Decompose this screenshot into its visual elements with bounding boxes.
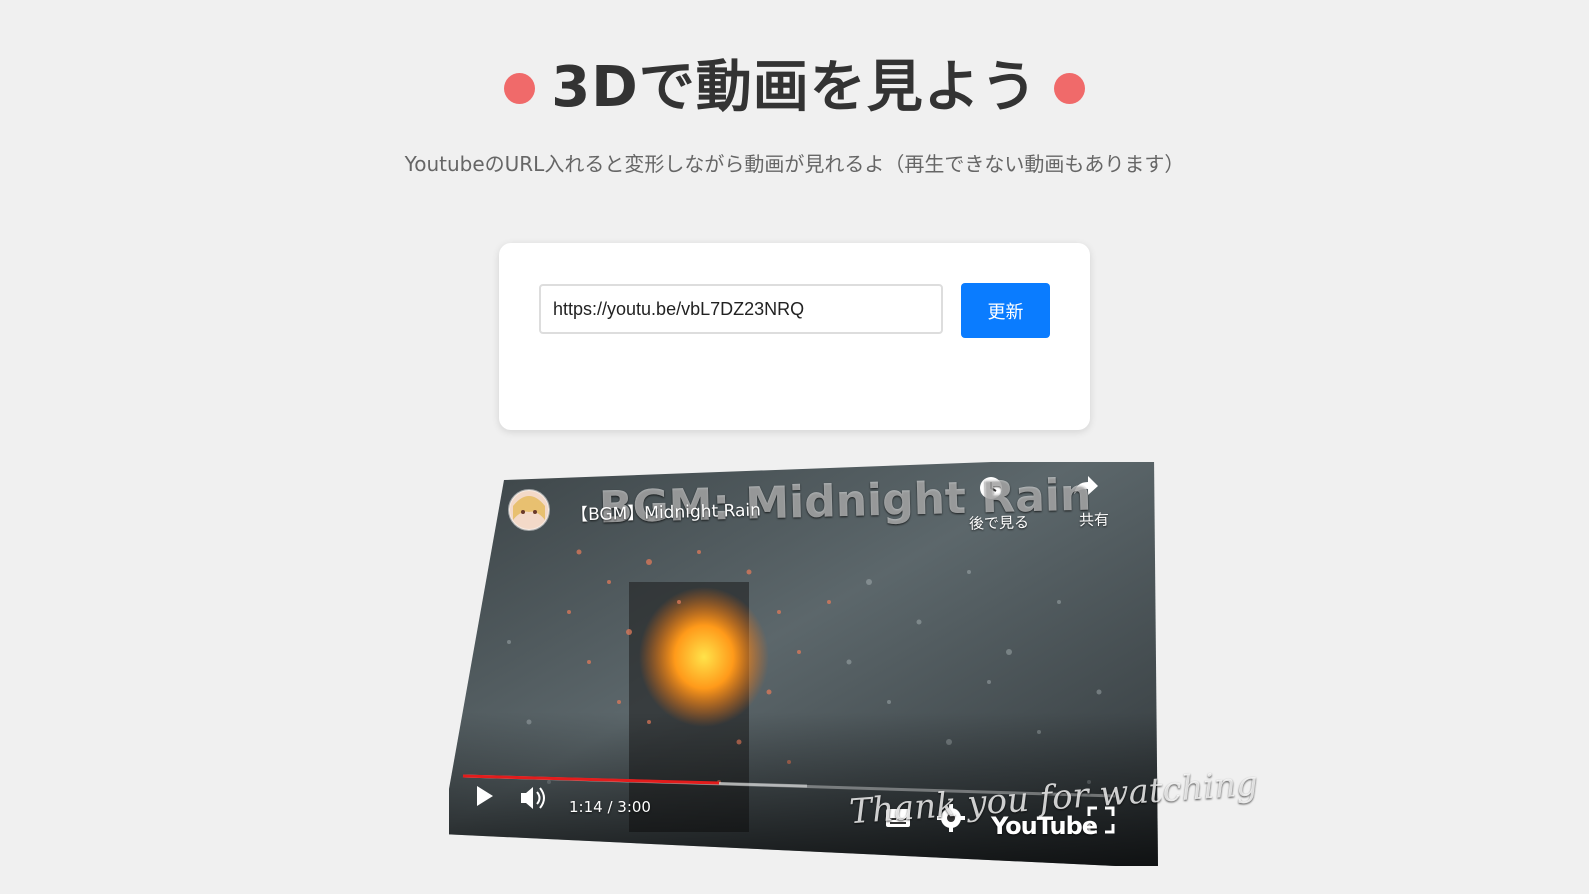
url-form-card: 更新 <box>499 243 1090 430</box>
page: 3Dで動画を見よう YoutubeのURL入れると変形しながら動画が見れるよ（再… <box>0 0 1589 894</box>
page-subtitle: YoutubeのURL入れると変形しながら動画が見れるよ（再生できない動画もあり… <box>404 152 1185 176</box>
watch-later-label[interactable]: 後で見る <box>969 511 1030 534</box>
update-button[interactable]: 更新 <box>961 283 1050 338</box>
video-player[interactable]: BGM: Midnight Rain 【BGM】Midnight Rain 後で… <box>449 462 1259 866</box>
header: 3Dで動画を見よう <box>0 52 1589 124</box>
channel-avatar[interactable] <box>508 489 550 531</box>
video-title[interactable]: 【BGM】Midnight Rain <box>571 496 761 526</box>
share-label[interactable]: 共有 <box>1079 509 1110 531</box>
url-input[interactable] <box>539 284 943 334</box>
time-display: 1:14 / 3:00 <box>569 798 651 816</box>
right-dot-icon <box>1053 72 1085 104</box>
page-title: 3Dで動画を見よう <box>551 55 1038 120</box>
light-glow <box>639 587 769 727</box>
youtube-logo[interactable]: YouTube <box>991 812 1098 840</box>
left-dot-icon <box>504 72 536 104</box>
